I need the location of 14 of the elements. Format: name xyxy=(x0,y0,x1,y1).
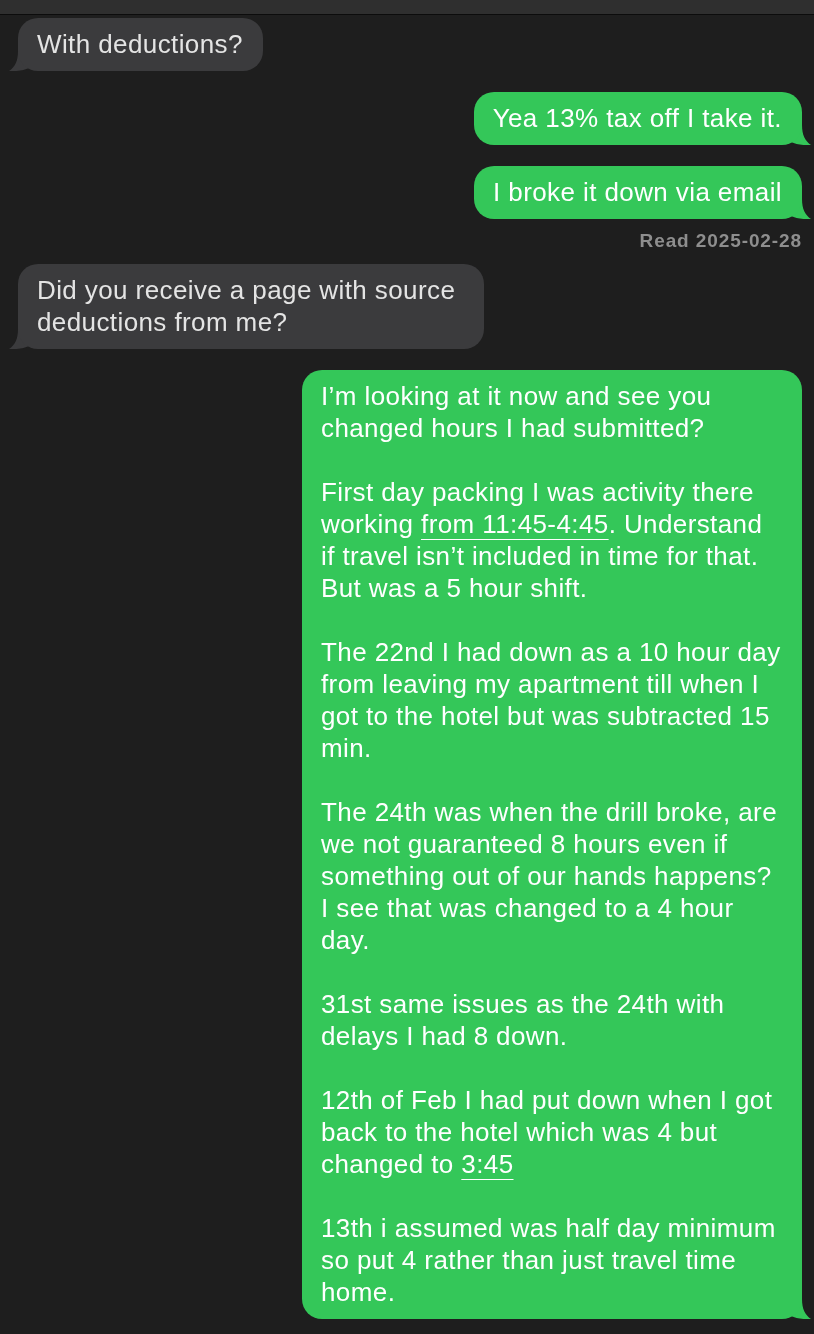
message-text: Yea 13% tax off I take it. xyxy=(492,102,782,134)
time-link[interactable]: from 11:45-4:45 xyxy=(421,509,609,539)
time-link[interactable]: 3:45 xyxy=(461,1149,514,1179)
message-text: I’m looking at it now and see you changed hours I had submitted? xyxy=(321,380,713,444)
message-text: The 24th was when the drill broke, are we not guaranteed 8 hours even if something out of our hands happens? I see that was changed to a 4 hour day. xyxy=(321,796,778,956)
message-text: The 22nd I had down as a 10 hour day from leaving my apartment till when I got to the hotel but was subtracted 15 min. xyxy=(321,636,782,764)
message-text: First day packing I was activity there working from 11:45-4:45. Understand if travel isn’t included in time for that. But was a 5 hour shift. xyxy=(321,476,764,604)
message-text: I broke it down via email xyxy=(493,176,782,208)
message-text: Did you receive a page with source deductions from me? xyxy=(37,274,457,338)
message-text: With deductions? xyxy=(37,28,243,60)
message-text: 31st same issues as the 24th with delays I had 8 down. xyxy=(321,988,726,1052)
read-receipt: Read 2025-02-28 xyxy=(639,230,802,252)
message-text: 12th of Feb I had put down when I got back to the hotel which was 4 but changed to 3:45 xyxy=(321,1084,774,1180)
message-text: 13th i assumed was half day minimum so put 4 rather than just travel time home. xyxy=(321,1212,777,1308)
